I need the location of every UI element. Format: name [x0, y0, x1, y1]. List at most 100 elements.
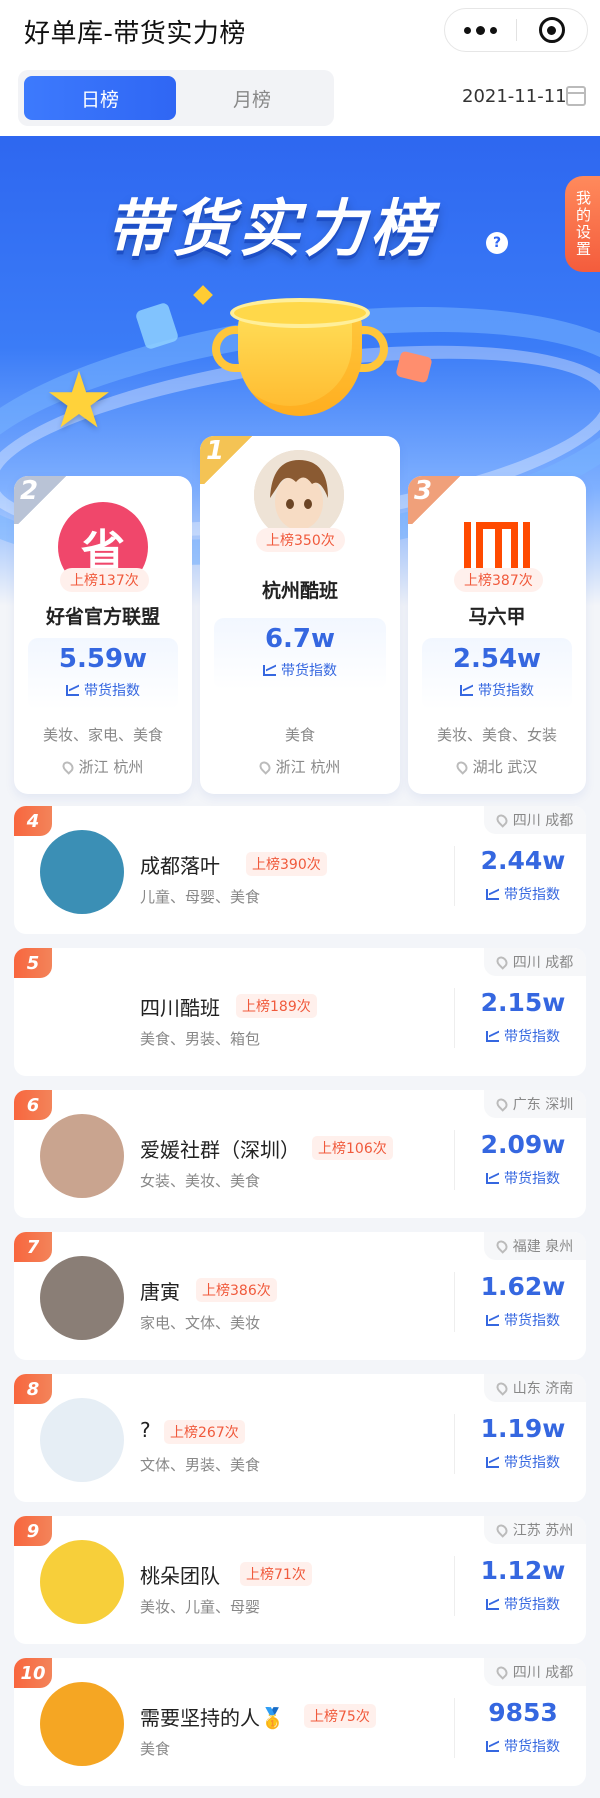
location-pin-icon	[493, 1238, 510, 1254]
rank-badge: 5	[14, 948, 52, 978]
influencer-name: 四川酷班	[140, 996, 220, 1020]
row-divider	[454, 846, 455, 906]
location-pin-icon	[453, 759, 470, 775]
sales-index-box: 5.59w 带货指数	[28, 638, 178, 710]
listed-count-badge: 上榜390次	[246, 852, 327, 876]
banner-title: 带货实力榜	[106, 192, 437, 265]
sparkle-decoration	[193, 285, 213, 305]
sales-index-label: 带货指数	[214, 660, 386, 680]
influencer-name: 杭州酷班	[261, 580, 338, 602]
listed-count-badge: 上榜106次	[312, 1136, 393, 1160]
sales-index-box: 2.54w 带货指数	[422, 638, 572, 710]
rank-badge: 7	[14, 1232, 52, 1262]
sales-index-label: 带货指数	[460, 1452, 586, 1472]
influencer-name: 桃朵团队	[140, 1564, 220, 1588]
sales-index-value: 1.19w	[480, 1414, 566, 1443]
location-pin-icon	[493, 954, 510, 970]
sales-index-value: 2.09w	[480, 1130, 566, 1159]
chart-icon	[486, 1457, 499, 1468]
sales-index-value: 1.62w	[480, 1272, 566, 1301]
podium-card-rank-1[interactable]: 1 上榜350次 杭州酷班 6.7w 带货指数 美食 浙江 杭州	[200, 436, 400, 794]
rank-badge: 8	[14, 1374, 52, 1404]
listed-count-badge: 上榜71次	[240, 1562, 312, 1586]
listed-count-badge: 上榜189次	[236, 994, 317, 1018]
location: 江苏 苏州	[484, 1516, 586, 1544]
date-selector[interactable]: 2021-11-11	[462, 86, 567, 107]
ranking-row[interactable]: 4 四川 成都 成都落叶 上榜390次 儿童、母婴、美食 2.44w 带货指数	[14, 806, 586, 934]
sales-index-box: 6.7w 带货指数	[214, 618, 386, 690]
row-divider	[454, 1414, 455, 1474]
influencer-name: 马六甲	[468, 606, 526, 628]
location: 四川 成都	[484, 806, 586, 834]
sales-index-label: 带货指数	[460, 1168, 586, 1188]
rank-badge: 4	[14, 806, 52, 836]
chart-icon	[263, 665, 276, 676]
ranking-row[interactable]: 6 广东 深圳 爱媛社群（深圳） 上榜106次 女装、美妆、美食 2.09w 带货指数	[14, 1090, 586, 1218]
chart-icon	[486, 1315, 499, 1326]
category-tags: 文体、男装、美食	[140, 1456, 261, 1474]
listed-count-badge: 上榜386次	[196, 1278, 277, 1302]
sales-index-value: 2.54w	[452, 644, 542, 674]
sales-index-label: 带货指数	[28, 680, 178, 700]
rank-badge: 1	[200, 436, 256, 484]
location: 山东 济南	[484, 1374, 586, 1402]
ranking-row[interactable]: 9 江苏 苏州 桃朵团队 上榜71次 美妆、儿童、母婴 1.12w 带货指数	[14, 1516, 586, 1644]
ranking-row[interactable]: 8 山东 济南? 上榜267次文体、男装、美食 1.19w 带货指数	[14, 1374, 586, 1502]
row-divider	[454, 1698, 455, 1758]
chart-icon	[66, 685, 79, 696]
row-divider	[454, 1272, 455, 1332]
help-icon[interactable]: ?	[486, 232, 508, 254]
close-mini-program-icon[interactable]	[517, 8, 588, 52]
placeholder-image-avatar-icon	[40, 1398, 124, 1482]
influencer-name: ?	[140, 1418, 151, 1442]
row-divider	[454, 1130, 455, 1190]
star-icon: ★	[44, 356, 114, 446]
ranking-row[interactable]: 5 四川 成都 四川酷班 上榜189次 美食、男装、箱包 2.15w 带货指数	[14, 948, 586, 1076]
sales-index-value: 9853	[488, 1698, 558, 1727]
location-pin-icon	[59, 759, 76, 775]
listed-count-badge: 上榜75次	[304, 1704, 376, 1728]
more-icon[interactable]	[445, 8, 516, 52]
capsule-menu	[444, 8, 588, 52]
tab-daily[interactable]: 日榜	[24, 76, 176, 120]
influencer-name: 唐寅	[140, 1280, 180, 1304]
sales-index-label: 带货指数	[460, 1026, 586, 1046]
tab-monthly[interactable]: 月榜	[176, 76, 328, 120]
influencer-name: 爱媛社群（深圳）	[140, 1138, 300, 1162]
ranking-row[interactable]: 7 福建 泉州 唐寅 上榜386次 家电、文体、美妆 1.62w 带货指数	[14, 1232, 586, 1360]
sales-index-value: 2.15w	[480, 988, 566, 1017]
podium-card-rank-3[interactable]: 3 上榜387次 马六甲 2.54w 带货指数 美妆、美食、女装 湖北 武汉	[408, 476, 586, 794]
chart-icon	[486, 1031, 499, 1042]
influencer-name: 好省官方联盟	[45, 606, 160, 628]
rank-period-tabs: 日榜 月榜	[18, 70, 334, 126]
calendar-icon[interactable]	[566, 86, 586, 106]
mini-program-header: 好单库-带货实力榜	[0, 0, 600, 62]
listed-count-badge: 上榜267次	[164, 1420, 245, 1444]
chart-icon	[460, 685, 473, 696]
sales-index-label: 带货指数	[460, 884, 586, 904]
location-pin-icon	[256, 759, 273, 775]
chart-icon	[486, 1173, 499, 1184]
influencer-name: 成都落叶	[140, 854, 220, 878]
sales-index-label: 带货指数	[460, 1736, 586, 1756]
chart-icon	[486, 1741, 499, 1752]
row-divider	[454, 988, 455, 1048]
category-tags: 美食、男装、箱包	[140, 1030, 261, 1048]
chart-icon	[486, 889, 499, 900]
ranking-row[interactable]: 10 四川 成都 需要坚持的人🥇 上榜75次 美食 9853 带货指数	[14, 1658, 586, 1786]
wave-photo-avatar-icon	[40, 830, 124, 914]
category-tags: 美食	[284, 726, 315, 744]
sales-index-value: 5.59w	[58, 644, 148, 674]
my-settings-button[interactable]: 我的设置	[565, 176, 600, 272]
listed-count-badge: 上榜350次	[256, 528, 345, 552]
child-photo-avatar-icon	[40, 1256, 124, 1340]
listed-count-badge: 上榜387次	[454, 568, 543, 592]
rank-badge: 6	[14, 1090, 52, 1120]
location: 浙江 杭州	[200, 756, 400, 777]
influencer-name: 需要坚持的人🥇	[140, 1706, 285, 1730]
sales-index-label: 带货指数	[422, 680, 572, 700]
podium-card-rank-2[interactable]: 2 省 上榜137次 好省官方联盟 5.59w 带货指数 美妆、家电、美食 浙江…	[14, 476, 192, 794]
sales-index-label: 带货指数	[460, 1594, 586, 1614]
sales-index-label: 带货指数	[460, 1310, 586, 1330]
location-pin-icon	[493, 1664, 510, 1680]
